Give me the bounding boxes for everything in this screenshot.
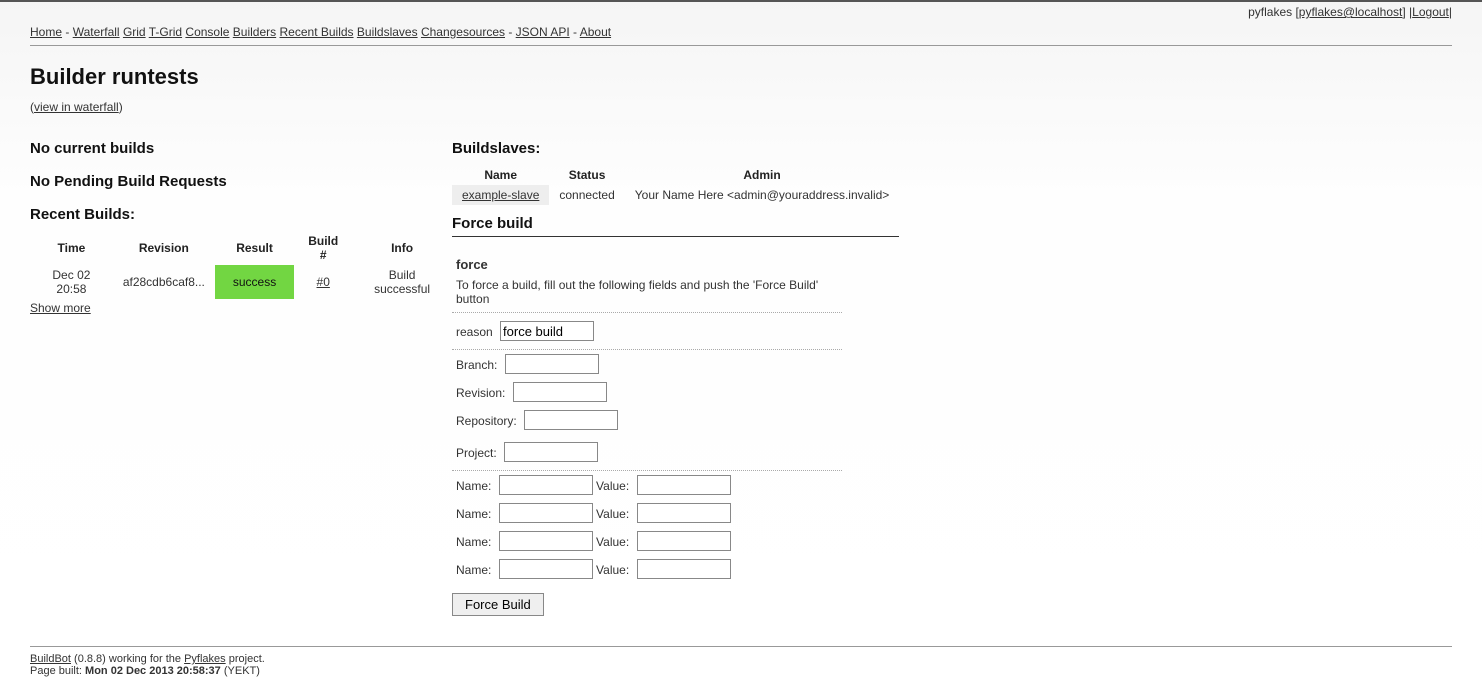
nav-tgrid[interactable]: T-Grid [149, 25, 182, 39]
project-label: Project: [456, 446, 497, 460]
nav-bar: Home - Waterfall Grid T-Grid Console Bui… [0, 19, 1482, 45]
nv-value-input-2[interactable] [637, 503, 731, 523]
show-more-link[interactable]: Show more [30, 301, 91, 315]
nav-changesources[interactable]: Changesources [421, 25, 505, 39]
repository-input[interactable] [524, 410, 618, 430]
reason-input[interactable] [500, 321, 594, 341]
buildslaves-heading: Buildslaves: [452, 140, 899, 157]
recent-builds-heading: Recent Builds: [30, 206, 452, 223]
nav-home[interactable]: Home [30, 25, 62, 39]
col-build: Build # [294, 231, 352, 265]
table-row: example-slave connected Your Name Here <… [452, 185, 899, 205]
branch-input[interactable] [505, 354, 599, 374]
nv-name-label: Name: [456, 507, 491, 521]
recent-builds-table: Time Revision Result Build # Info Dec 02… [30, 231, 452, 299]
nav-waterfall[interactable]: Waterfall [73, 25, 120, 39]
nv-value-input-4[interactable] [637, 559, 731, 579]
nv-name-label: Name: [456, 563, 491, 577]
waterfall-paren: (view in waterfall) [30, 100, 1452, 114]
cell-time: Dec 02 20:58 [30, 265, 113, 299]
repository-label: Repository: [456, 414, 517, 428]
cell-slave-name: example-slave [452, 185, 549, 205]
nav-console[interactable]: Console [185, 25, 229, 39]
user-login-link[interactable]: pyflakes@localhost [1299, 5, 1403, 19]
view-in-waterfall-link[interactable]: view in waterfall [34, 100, 119, 114]
col-slave-name: Name [452, 165, 549, 185]
nav-about[interactable]: About [580, 25, 611, 39]
nav-recent-builds[interactable]: Recent Builds [280, 25, 354, 39]
nav-buildslaves[interactable]: Buildslaves [357, 25, 418, 39]
build-link[interactable]: #0 [317, 275, 330, 289]
nv-name-label: Name: [456, 479, 491, 493]
nv-value-label: Value: [596, 535, 629, 549]
footer: BuildBot (0.8.8) working for the Pyflake… [0, 651, 1482, 679]
buildslaves-table: Name Status Admin example-slave connecte… [452, 165, 899, 205]
col-slave-status: Status [549, 165, 624, 185]
force-build-button[interactable]: Force Build [452, 593, 544, 616]
cell-result: success [215, 265, 294, 299]
cell-info: Build successful [352, 265, 452, 299]
nav-builders[interactable]: Builders [233, 25, 276, 39]
col-result: Result [215, 231, 294, 265]
nv-value-label: Value: [596, 563, 629, 577]
page-built-time: Mon 02 Dec 2013 20:58:37 [85, 665, 221, 677]
nv-name-input-3[interactable] [499, 531, 593, 551]
cell-slave-status: connected [549, 185, 624, 205]
revision-input[interactable] [513, 382, 607, 402]
force-section-title: force [452, 251, 842, 274]
nv-name-input-2[interactable] [499, 503, 593, 523]
reason-label: reason [456, 325, 493, 339]
branch-label: Branch: [456, 358, 497, 372]
no-current-builds: No current builds [30, 140, 452, 157]
logout-link[interactable]: Logout [1412, 5, 1449, 19]
nv-value-input-3[interactable] [637, 531, 731, 551]
buildbot-link[interactable]: BuildBot [30, 653, 71, 665]
user-bar: pyflakes [pyflakes@localhost] |Logout| [0, 2, 1482, 19]
user-name: pyflakes [1248, 5, 1292, 19]
project-input[interactable] [504, 442, 598, 462]
col-time: Time [30, 231, 113, 265]
col-info: Info [352, 231, 452, 265]
table-row: Dec 02 20:58 af28cdb6caf8... success #0 … [30, 265, 452, 299]
force-form: force To force a build, fill out the fol… [452, 251, 842, 616]
nv-value-input-1[interactable] [637, 475, 731, 495]
col-revision: Revision [113, 231, 215, 265]
pyflakes-link[interactable]: Pyflakes [184, 653, 226, 665]
nv-name-input-4[interactable] [499, 559, 593, 579]
cell-build: #0 [294, 265, 352, 299]
nv-name-label: Name: [456, 535, 491, 549]
nav-grid[interactable]: Grid [123, 25, 146, 39]
no-pending-builds: No Pending Build Requests [30, 173, 452, 190]
force-build-heading: Force build [452, 215, 899, 237]
slave-link[interactable]: example-slave [462, 188, 539, 202]
col-slave-admin: Admin [625, 165, 900, 185]
cell-revision: af28cdb6caf8... [113, 265, 215, 299]
nv-value-label: Value: [596, 479, 629, 493]
revision-label: Revision: [456, 386, 505, 400]
cell-slave-admin: Your Name Here <admin@youraddress.invali… [625, 185, 900, 205]
force-desc: To force a build, fill out the following… [452, 274, 842, 313]
nv-name-input-1[interactable] [499, 475, 593, 495]
page-title: Builder runtests [30, 64, 1452, 90]
nv-value-label: Value: [596, 507, 629, 521]
nav-json-api[interactable]: JSON API [516, 25, 570, 39]
